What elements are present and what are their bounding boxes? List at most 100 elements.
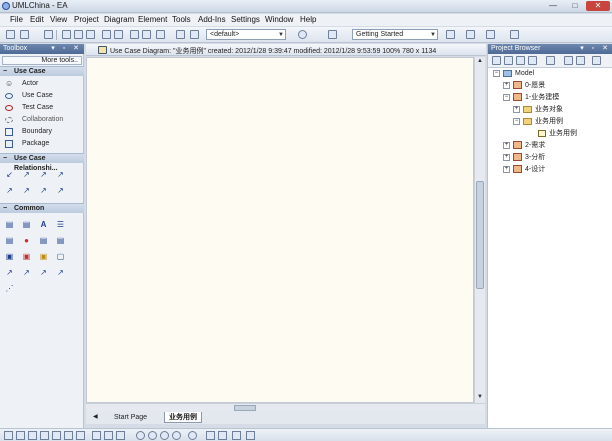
relationship-group-header[interactable]: − Use Case Relationshi...: [0, 153, 84, 172]
menu-help[interactable]: Help: [300, 15, 316, 24]
artifact-icon[interactable]: ●: [22, 236, 31, 245]
tool-collaboration[interactable]: Collaboration: [0, 115, 84, 126]
tree-node-model[interactable]: − Model: [493, 69, 534, 79]
help-icon[interactable]: [190, 30, 199, 39]
generalize-icon[interactable]: ↗: [22, 170, 31, 179]
dependency-icon[interactable]: ↗: [5, 268, 14, 277]
tool-test-case[interactable]: Test Case: [0, 103, 84, 114]
tools-icon[interactable]: [232, 431, 241, 440]
panel-pin-close-icon[interactable]: ▾ ▫ ✕: [580, 44, 611, 54]
association-icon[interactable]: ↙: [5, 170, 14, 179]
constraint-icon[interactable]: ▣: [39, 252, 48, 261]
tree-node-business-modeling[interactable]: − 1-业务建模: [503, 93, 559, 103]
change-icon[interactable]: ▣: [22, 252, 31, 261]
zoom-fit-icon[interactable]: [160, 431, 169, 440]
align-bottom-icon[interactable]: [52, 431, 61, 440]
panel-pin-close-icon[interactable]: ▾ ▫ ✕: [51, 44, 82, 54]
page-setup-icon[interactable]: [130, 30, 139, 39]
new-element-icon[interactable]: [528, 56, 537, 65]
collapse-icon[interactable]: −: [503, 93, 510, 101]
realize-icon[interactable]: ↗: [5, 186, 14, 195]
menu-view[interactable]: View: [50, 15, 67, 24]
menu-edit[interactable]: Edit: [30, 15, 44, 24]
zoom-icon[interactable]: [510, 30, 519, 39]
tree-node-analysis[interactable]: +3-分析: [503, 153, 545, 163]
same-size-icon[interactable]: [64, 431, 73, 440]
new-icon[interactable]: [6, 30, 15, 39]
list-icon[interactable]: ☰: [56, 220, 65, 229]
group-icon[interactable]: [76, 431, 85, 440]
maximize-button[interactable]: □: [564, 1, 586, 11]
more-tools-button[interactable]: More tools..: [2, 56, 82, 65]
pan-icon[interactable]: [206, 431, 215, 440]
properties-icon[interactable]: [546, 56, 555, 65]
menu-file[interactable]: File: [10, 15, 23, 24]
expand-icon[interactable]: +: [503, 141, 510, 149]
horizontal-scrollbar[interactable]: [86, 403, 485, 411]
include-icon[interactable]: ↗: [39, 170, 48, 179]
trace-icon[interactable]: ↗: [56, 186, 65, 195]
workspace-combo[interactable]: Getting Started ▼: [352, 29, 438, 40]
boundary-tool-icon[interactable]: ▢: [56, 252, 65, 261]
move-up-icon[interactable]: [564, 56, 573, 65]
zoom-in-icon[interactable]: [136, 431, 145, 440]
align-right-icon[interactable]: [28, 431, 37, 440]
diagram-canvas[interactable]: [86, 57, 474, 403]
close-button[interactable]: ✕: [586, 1, 610, 11]
hyperlink-icon[interactable]: ▤: [5, 236, 14, 245]
settings-icon[interactable]: [592, 56, 601, 65]
realization-icon[interactable]: ↗: [22, 268, 31, 277]
tree-node-requirements[interactable]: +2-需求: [503, 141, 545, 151]
align-top-icon[interactable]: [40, 431, 49, 440]
window-layout-icon[interactable]: [446, 30, 455, 39]
tab-start-page[interactable]: Start Page: [110, 412, 151, 423]
menu-diagram[interactable]: Diagram: [104, 15, 134, 24]
document-icon[interactable]: ▤: [5, 220, 14, 229]
new-package-icon[interactable]: [492, 56, 501, 65]
new-diagram-icon[interactable]: [516, 56, 525, 65]
new-view-icon[interactable]: [504, 56, 513, 65]
collapse-icon[interactable]: −: [513, 117, 520, 125]
tool-use-case[interactable]: Use Case: [0, 91, 84, 102]
scroll-up-icon[interactable]: ▲: [477, 58, 483, 64]
menu-project[interactable]: Project: [74, 15, 99, 24]
issue-icon[interactable]: ▤: [56, 236, 65, 245]
scroll-down-icon[interactable]: ▼: [477, 394, 483, 400]
expand-icon[interactable]: +: [503, 165, 510, 173]
send-back-icon[interactable]: [104, 431, 113, 440]
cut-icon[interactable]: [62, 30, 71, 39]
tab-use-case-diagram[interactable]: 业务用例: [164, 412, 202, 423]
lock-icon[interactable]: [116, 431, 125, 440]
expand-icon[interactable]: +: [503, 153, 510, 161]
invokes-icon[interactable]: ↗: [22, 186, 31, 195]
print-preview-icon[interactable]: [142, 30, 151, 39]
search-icon[interactable]: [188, 431, 197, 440]
copy-icon[interactable]: [74, 30, 83, 39]
vertical-scrollbar[interactable]: ▲ ▼: [474, 57, 485, 403]
print-icon[interactable]: [156, 30, 165, 39]
undo-icon[interactable]: [102, 30, 111, 39]
note-icon[interactable]: ▤: [22, 220, 31, 229]
move-down-icon[interactable]: [576, 56, 585, 65]
vertical-scroll-thumb[interactable]: [476, 181, 484, 289]
find-icon[interactable]: [176, 30, 185, 39]
align-center-icon[interactable]: [16, 431, 25, 440]
menu-window[interactable]: Window: [265, 15, 293, 24]
zoom-out-icon[interactable]: [148, 431, 157, 440]
connector-icon[interactable]: [486, 30, 495, 39]
common-group-header[interactable]: − Common: [0, 203, 84, 213]
align-left-icon[interactable]: [4, 431, 13, 440]
extend-icon[interactable]: ↗: [56, 170, 65, 179]
close-diagram-icon[interactable]: [246, 431, 255, 440]
tool-package[interactable]: Package: [0, 139, 84, 150]
layout-combo[interactable]: <default> ▼: [206, 29, 286, 40]
precedes-icon[interactable]: ↗: [39, 186, 48, 195]
tree-node-business-use-cases[interactable]: − 业务用例: [513, 117, 563, 127]
menu-settings[interactable]: Settings: [231, 15, 260, 24]
minimize-button[interactable]: —: [542, 1, 564, 11]
image-icon[interactable]: ▣: [5, 252, 14, 261]
tool-boundary[interactable]: Boundary: [0, 127, 84, 138]
menu-tools[interactable]: Tools: [172, 15, 191, 24]
requirement-icon[interactable]: ▤: [39, 236, 48, 245]
menu-element[interactable]: Element: [138, 15, 167, 24]
